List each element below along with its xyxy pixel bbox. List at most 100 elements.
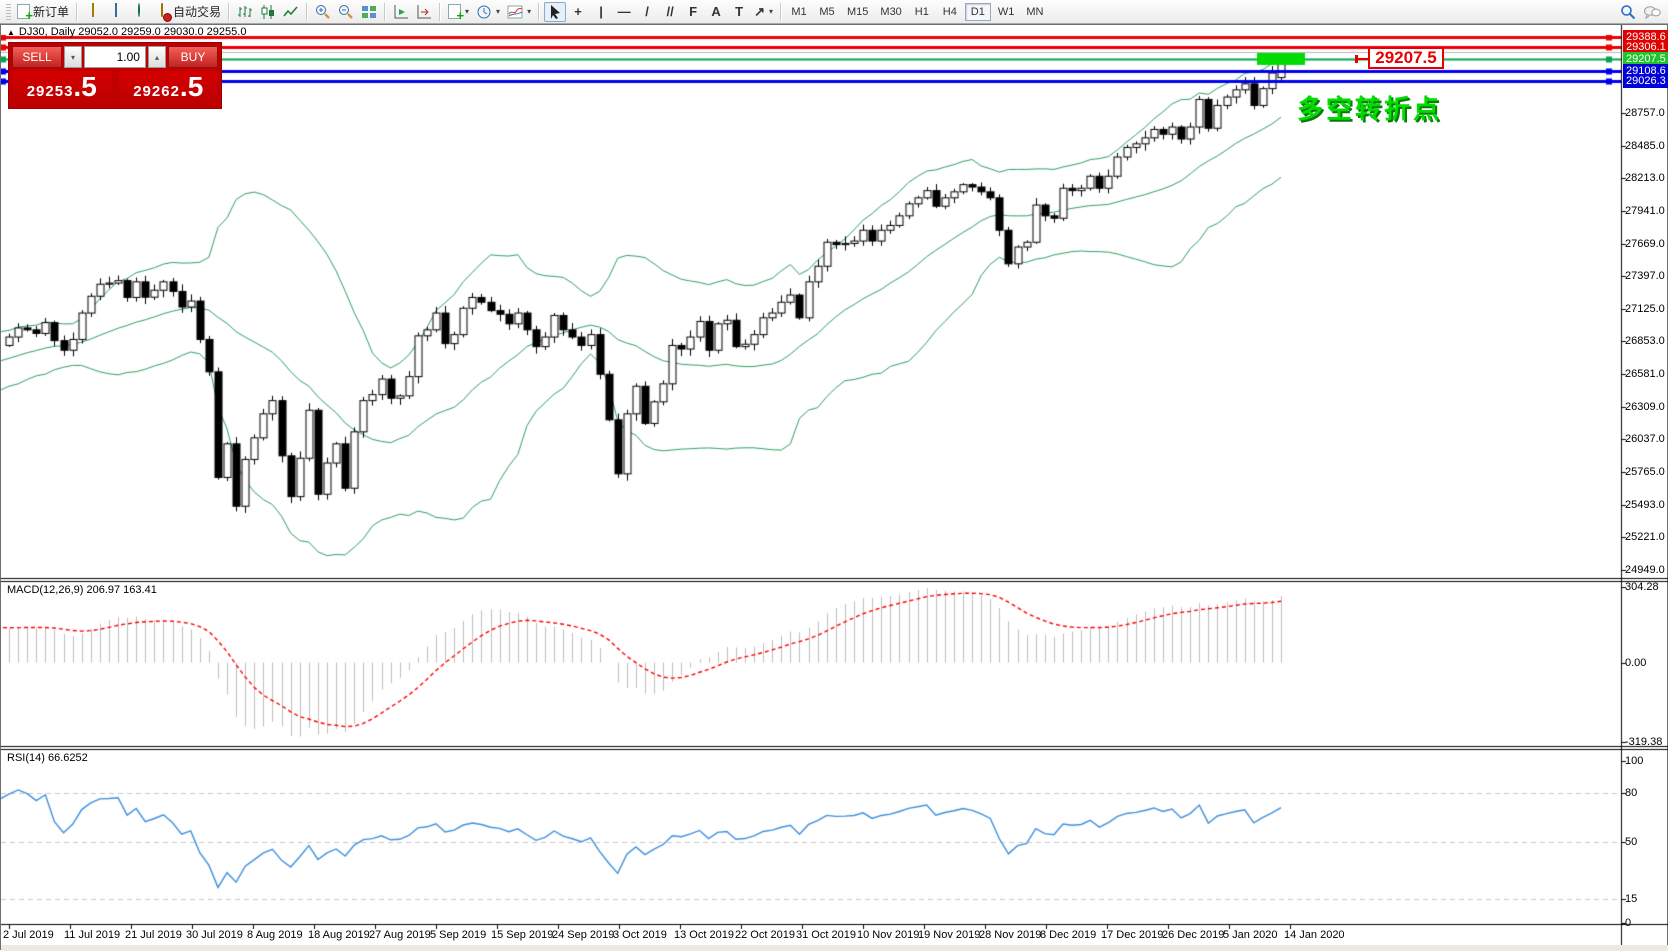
timeframe-m15-button[interactable]: M15	[842, 3, 873, 21]
rsi-tick-label: 0	[1625, 917, 1631, 929]
date-tick-label: 5 Jan 2020	[1223, 929, 1277, 941]
date-tick-label: 2 Jul 2019	[3, 929, 54, 941]
auto-scroll-icon	[393, 4, 409, 20]
trendline-button[interactable]: /	[636, 2, 658, 22]
fibonacci-button[interactable]: F	[682, 2, 704, 22]
candlestick-chart-button[interactable]	[257, 2, 279, 22]
tile-windows-button[interactable]	[358, 2, 380, 22]
date-tick-label: 19 Nov 2019	[918, 929, 980, 941]
trendline-icon: /	[645, 5, 649, 18]
auto-trading-label: 自动交易	[173, 3, 221, 20]
date-tick-label: 5 Sep 2019	[430, 929, 486, 941]
crosshair-button[interactable]: +	[567, 2, 589, 22]
date-tick-label: 27 Aug 2019	[369, 929, 431, 941]
timeframe-m5-button[interactable]: M5	[814, 3, 840, 21]
zoom-out-button[interactable]	[335, 2, 357, 22]
buy-price-main: 29262	[133, 83, 180, 100]
price-tick-label: 27125.0	[1625, 303, 1665, 315]
date-tick-label: 3 Oct 2019	[613, 929, 667, 941]
volume-down-button[interactable]: ▾	[64, 46, 82, 68]
horizontal-line-button[interactable]: —	[613, 2, 635, 22]
rsi-tick-label: 50	[1625, 836, 1637, 848]
buy-button[interactable]: BUY	[168, 46, 218, 68]
auto-trading-icon	[161, 3, 163, 17]
chat-button[interactable]	[1640, 2, 1664, 22]
channel-icon: //	[666, 5, 673, 18]
chart-window: ▲DJ30, Daily 29052.0 29259.0 29030.0 292…	[0, 24, 1668, 950]
signal-button[interactable]	[128, 2, 150, 22]
text-label-icon: T	[735, 5, 743, 18]
timeframe-m30-button[interactable]: M30	[875, 3, 906, 21]
equidistant-channel-button[interactable]: //	[659, 2, 681, 22]
price-tag-value: 29207.5	[1375, 48, 1436, 68]
date-tick-label: 31 Oct 2019	[796, 929, 856, 941]
timeframe-h1-button[interactable]: H1	[909, 3, 935, 21]
timeframe-m1-button[interactable]: M1	[786, 3, 812, 21]
price-tick-label: 27941.0	[1625, 205, 1665, 217]
chart-title-text: DJ30, Daily 29052.0 29259.0 29030.0 2925…	[19, 26, 247, 38]
new-order-button[interactable]: 新订单	[14, 2, 72, 22]
sell-price-pip: .5	[73, 73, 96, 101]
line-chart-button[interactable]	[280, 2, 302, 22]
rsi-label: RSI(14) 66.6252	[7, 752, 88, 764]
date-tick-label: 14 Jan 2020	[1284, 929, 1345, 941]
new-chart-icon	[448, 4, 461, 19]
price-tick-label: 28213.0	[1625, 172, 1665, 184]
vertical-line-button[interactable]: |	[590, 2, 612, 22]
tile-windows-icon	[361, 4, 377, 20]
profiles-button[interactable]	[82, 2, 104, 22]
price-chart-canvas[interactable]	[1, 25, 1668, 945]
auto-trading-button[interactable]: 自动交易	[151, 2, 224, 22]
periods-button[interactable]: ▾	[473, 2, 503, 22]
timeframe-group: M1M5M15M30H1H4D1W1MN	[786, 3, 1048, 21]
signal-icon	[138, 3, 140, 17]
market-watch-icon	[115, 3, 117, 17]
price-tick-label: 24949.0	[1625, 564, 1665, 576]
date-tick-label: 13 Oct 2019	[674, 929, 734, 941]
zoom-in-button[interactable]	[312, 2, 334, 22]
timeframe-h4-button[interactable]: H4	[937, 3, 963, 21]
dropdown-arrow-icon: ▾	[496, 7, 500, 16]
date-tick-label: 22 Oct 2019	[735, 929, 795, 941]
separator	[780, 3, 782, 21]
bar-chart-button[interactable]	[234, 2, 256, 22]
text-label-button[interactable]: T	[728, 2, 750, 22]
price-tick-label: 26309.0	[1625, 401, 1665, 413]
price-tag-arrow	[1358, 58, 1369, 60]
indicators-icon	[507, 4, 523, 20]
price-tick-label: 26037.0	[1625, 433, 1665, 445]
line-chart-icon	[283, 4, 299, 20]
cursor-button[interactable]	[544, 2, 566, 22]
price-tick-label: 28757.0	[1625, 107, 1665, 119]
rsi-tick-label: 15	[1625, 893, 1637, 905]
chart-shift-button[interactable]	[413, 2, 435, 22]
price-tick-label: 25221.0	[1625, 531, 1665, 543]
chart-title: ▲DJ30, Daily 29052.0 29259.0 29030.0 292…	[7, 26, 246, 38]
toolbar-grip	[6, 4, 11, 20]
arrows-icon: ↗	[754, 5, 765, 18]
new-chart-button[interactable]: ▾	[445, 2, 472, 22]
volume-up-button[interactable]: ▴	[148, 46, 166, 68]
bar-chart-icon	[237, 4, 253, 20]
date-tick-label: 21 Jul 2019	[125, 929, 182, 941]
market-watch-button[interactable]	[105, 2, 127, 22]
vertical-line-icon: |	[599, 5, 603, 18]
timeframe-mn-button[interactable]: MN	[1021, 3, 1048, 21]
macd-tick-label: 0.00	[1625, 657, 1646, 669]
arrows-button[interactable]: ↗ ▾	[751, 2, 776, 22]
timeframe-w1-button[interactable]: W1	[993, 3, 1020, 21]
price-tick-label: 25765.0	[1625, 466, 1665, 478]
auto-scroll-button[interactable]	[390, 2, 412, 22]
clock-icon	[476, 4, 492, 20]
price-tick-label: 27669.0	[1625, 238, 1665, 250]
search-button[interactable]	[1617, 2, 1639, 22]
indicators-button[interactable]: ▾	[504, 2, 534, 22]
zoom-out-icon	[338, 4, 354, 20]
date-tick-label: 26 Dec 2019	[1162, 929, 1224, 941]
sell-button[interactable]: SELL	[12, 46, 62, 68]
timeframe-d1-button[interactable]: D1	[965, 3, 991, 21]
text-button[interactable]: A	[705, 2, 727, 22]
date-tick-label: 8 Dec 2019	[1040, 929, 1096, 941]
volume-field[interactable]: 1.00	[84, 46, 146, 68]
date-tick-label: 24 Sep 2019	[552, 929, 614, 941]
